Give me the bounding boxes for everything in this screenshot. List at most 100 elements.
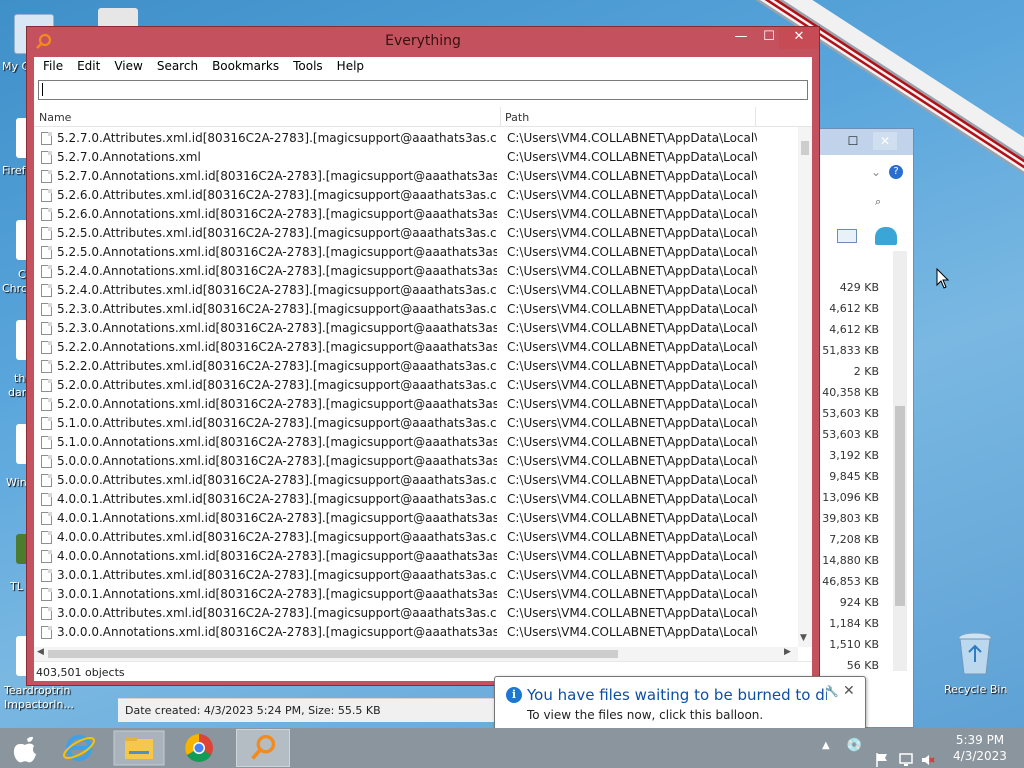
burn-disc-icon[interactable]: 💿	[846, 738, 862, 768]
vertical-scrollbar[interactable]: ▼	[798, 127, 812, 647]
column-divider[interactable]	[755, 107, 756, 127]
action-center-flag-icon[interactable]	[874, 740, 890, 768]
desktop-label-impactor: ImpactorIn...	[4, 698, 75, 711]
result-row[interactable]: 5.0.0.0.Attributes.xml.id[80316C2A-2783]…	[34, 471, 798, 490]
everything-window[interactable]: Everything — ☐ ✕ File Edit View Search B…	[26, 26, 820, 686]
result-row[interactable]: 5.2.0.0.Attributes.xml.id[80316C2A-2783]…	[34, 376, 798, 395]
taskbar-clock[interactable]: 5:39 PM 4/3/2023	[940, 732, 1020, 764]
result-row[interactable]: 5.2.3.0.Attributes.xml.id[80316C2A-2783]…	[34, 300, 798, 319]
maximize-icon[interactable]: ☐	[841, 132, 865, 150]
close-icon[interactable]: ✕	[873, 132, 897, 150]
everything-taskbar-icon[interactable]	[236, 729, 290, 767]
result-row[interactable]: 5.2.4.0.Annotations.xml.id[80316C2A-2783…	[34, 262, 798, 281]
result-row[interactable]: 3.0.0.1.Attributes.xml.id[80316C2A-2783]…	[34, 566, 798, 585]
result-row[interactable]: 5.2.5.0.Attributes.xml.id[80316C2A-2783]…	[34, 224, 798, 243]
result-path: C:\Users\VM4.COLLABNET\AppData\Local\T..…	[507, 321, 757, 335]
column-divider[interactable]	[500, 107, 501, 127]
result-row[interactable]: 5.2.7.0.Annotations.xml.id[80316C2A-2783…	[34, 167, 798, 186]
explorer-titlebar[interactable]: ☐ ✕	[813, 129, 913, 155]
result-row[interactable]: 4.0.0.0.Attributes.xml.id[80316C2A-2783]…	[34, 528, 798, 547]
menu-edit[interactable]: Edit	[70, 57, 107, 77]
shell-icon[interactable]	[875, 227, 897, 245]
explorer-file-size: 3,192 KB	[829, 449, 879, 462]
file-icon	[41, 322, 52, 335]
network-icon[interactable]	[898, 740, 914, 768]
menu-view[interactable]: View	[107, 57, 149, 77]
help-icon[interactable]: ?	[889, 165, 903, 179]
menu-file[interactable]: File	[36, 57, 70, 77]
result-row[interactable]: 5.2.7.0.Annotations.xml C:\Users\VM4.COLL…	[34, 148, 798, 167]
menu-search[interactable]: Search	[150, 57, 205, 77]
result-row[interactable]: 3.0.0.1.Annotations.xml.id[80316C2A-2783…	[34, 585, 798, 604]
explorer-window[interactable]: ☐ ✕ ⌄ ? ⌕ 429 KB 4,612 KB 4,612 KB 51,833 K…	[812, 128, 914, 728]
file-icon	[41, 360, 52, 373]
explorer-details-pane: Date created: 4/3/2023 5:24 PM, Size: 55…	[118, 698, 498, 722]
result-row[interactable]: 3.0.0.0.Annotations.xml.id[80316C2A-2783…	[34, 623, 798, 642]
result-row[interactable]: 5.2.0.0.Annotations.xml.id[80316C2A-2783…	[34, 395, 798, 414]
volume-muted-icon[interactable]	[920, 740, 936, 768]
result-row[interactable]: 5.2.2.0.Attributes.xml.id[80316C2A-2783]…	[34, 357, 798, 376]
file-icon	[41, 474, 52, 487]
result-row[interactable]: 5.2.4.0.Attributes.xml.id[80316C2A-2783]…	[34, 281, 798, 300]
result-row[interactable]: 5.1.0.0.Attributes.xml.id[80316C2A-2783]…	[34, 414, 798, 433]
horizontal-scroll-thumb[interactable]	[48, 650, 618, 658]
minimize-button[interactable]: —	[727, 27, 755, 49]
result-row[interactable]: 5.2.6.0.Attributes.xml.id[80316C2A-2783]…	[34, 186, 798, 205]
balloon-title[interactable]: You have files waiting to be burned to d…	[527, 686, 827, 704]
result-path: C:\Users\VM4.COLLABNET\AppData\Local\T..…	[507, 416, 757, 430]
internet-explorer-icon[interactable]	[52, 729, 106, 767]
column-path-header[interactable]: Path	[505, 111, 529, 124]
menu-bookmarks[interactable]: Bookmarks	[205, 57, 286, 77]
menu-help[interactable]: Help	[330, 57, 371, 77]
explorer-scrollbar[interactable]	[893, 251, 907, 671]
scroll-down-arrow-icon[interactable]: ▼	[800, 633, 807, 643]
menu-tools[interactable]: Tools	[286, 57, 330, 77]
scroll-left-arrow-icon[interactable]: ◀	[37, 647, 44, 657]
everything-titlebar[interactable]: Everything — ☐ ✕	[27, 27, 819, 57]
close-button[interactable]: ✕	[779, 27, 819, 49]
result-path: C:\Users\VM4.COLLABNET\AppData\Local\T..…	[507, 340, 757, 354]
result-path: C:\Users\VM4.COLLABNET\AppData\Local\T..…	[507, 454, 757, 468]
balloon-text[interactable]: To view the files now, click this balloo…	[527, 708, 763, 722]
search-input[interactable]	[38, 80, 808, 100]
settings-wrench-icon[interactable]: 🔧	[825, 685, 839, 698]
explorer-file-size: 1,184 KB	[829, 617, 879, 630]
show-hidden-icons-icon[interactable]: ▲	[822, 740, 830, 768]
file-explorer-icon[interactable]	[112, 729, 166, 767]
column-name-header[interactable]: Name	[39, 111, 71, 124]
result-row[interactable]: 5.2.5.0.Annotations.xml.id[80316C2A-2783…	[34, 243, 798, 262]
start-apple-icon[interactable]	[0, 729, 54, 767]
result-row[interactable]: 5.2.3.0.Annotations.xml.id[80316C2A-2783…	[34, 319, 798, 338]
properties-icon[interactable]	[837, 229, 857, 243]
result-row[interactable]: 5.2.2.0.Annotations.xml.id[80316C2A-2783…	[34, 338, 798, 357]
result-path: C:\Users\VM4.COLLABNET\AppData\Local\T..…	[507, 378, 757, 392]
chrome-icon[interactable]	[172, 729, 226, 767]
result-row[interactable]: 3.0.0.0.Attributes.xml.id[80316C2A-2783]…	[34, 604, 798, 623]
result-row[interactable]: 5.2.7.0.Attributes.xml.id[80316C2A-2783]…	[34, 129, 798, 148]
result-name: 5.2.4.0.Attributes.xml.id[80316C2A-2783]…	[57, 283, 497, 297]
result-row[interactable]: 4.0.0.0.Annotations.xml.id[80316C2A-2783…	[34, 547, 798, 566]
app-icon[interactable]	[98, 8, 138, 28]
result-row[interactable]: 4.0.0.1.Annotations.xml.id[80316C2A-2783…	[34, 509, 798, 528]
result-path: C:\Users\VM4.COLLABNET\AppData\Local\T..…	[507, 397, 757, 411]
file-icon	[41, 227, 52, 240]
explorer-scroll-thumb[interactable]	[895, 406, 905, 606]
result-row[interactable]: 4.0.0.1.Attributes.xml.id[80316C2A-2783]…	[34, 490, 798, 509]
result-row[interactable]: 5.1.0.0.Annotations.xml.id[80316C2A-2783…	[34, 433, 798, 452]
vertical-scroll-thumb[interactable]	[801, 141, 809, 155]
explorer-size-column: 429 KB 4,612 KB 4,612 KB 51,833 KB 2 KB 40,35…	[813, 277, 899, 676]
chevron-down-icon[interactable]: ⌄	[871, 165, 881, 179]
balloon-close-button[interactable]: ✕	[843, 683, 855, 699]
results-list[interactable]: Name Path 5.2.7.0.Attributes.xml.id[8031…	[34, 107, 812, 675]
search-icon[interactable]: ⌕	[875, 195, 881, 209]
result-name: 5.2.5.0.Annotations.xml.id[80316C2A-2783…	[57, 245, 497, 259]
result-row[interactable]: 5.0.0.0.Annotations.xml.id[80316C2A-2783…	[34, 452, 798, 471]
result-path: C:\Users\VM4.COLLABNET\AppData\Local\T..…	[507, 207, 757, 221]
recycle-bin-icon[interactable]	[955, 630, 995, 678]
burn-notification-balloon[interactable]: i You have files waiting to be burned to…	[494, 676, 866, 730]
scroll-right-arrow-icon[interactable]: ▶	[784, 647, 791, 657]
explorer-file-size: 56 KB	[846, 659, 879, 672]
horizontal-scrollbar[interactable]: ◀ ▶	[34, 647, 798, 661]
result-name: 4.0.0.1.Annotations.xml.id[80316C2A-2783…	[57, 511, 497, 525]
result-row[interactable]: 5.2.6.0.Annotations.xml.id[80316C2A-2783…	[34, 205, 798, 224]
